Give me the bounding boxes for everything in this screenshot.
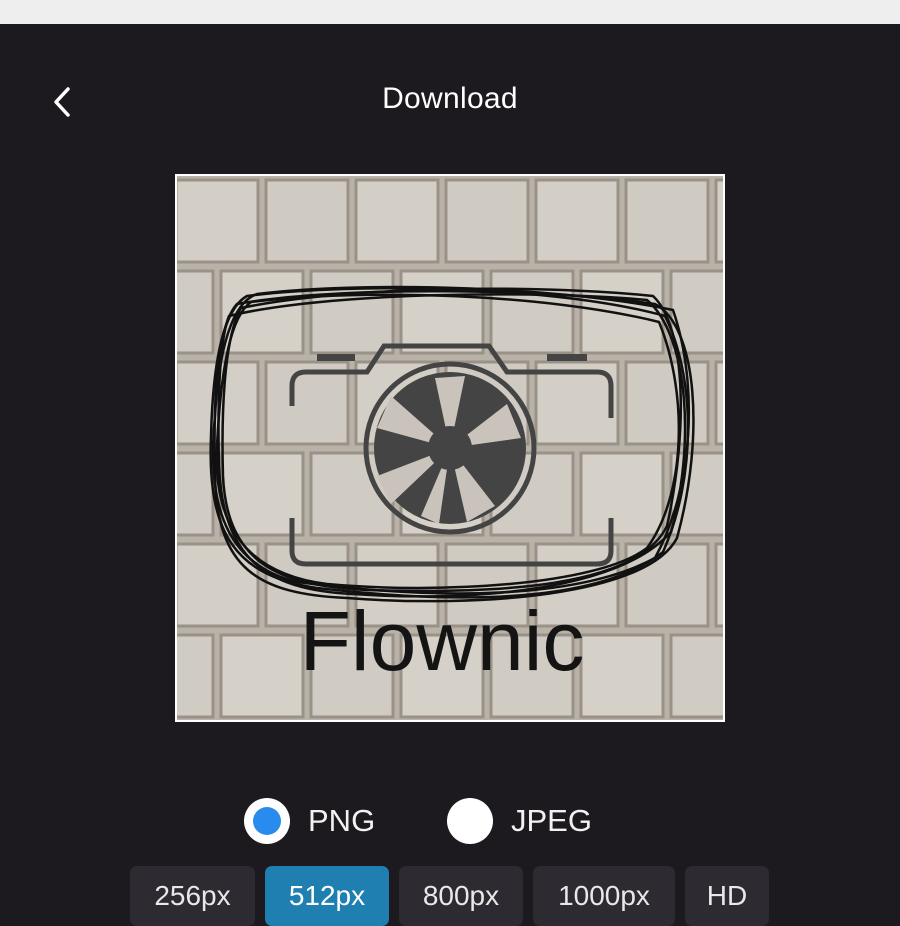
format-option-jpeg[interactable]: JPEG <box>447 798 592 844</box>
header <box>0 24 900 134</box>
radio-selected-dot <box>253 807 281 835</box>
format-option-png[interactable]: PNG <box>244 798 375 844</box>
browser-top-bar <box>0 0 900 24</box>
format-label-jpeg: JPEG <box>511 803 592 838</box>
format-label-png: PNG <box>308 803 376 838</box>
radio-button-png[interactable] <box>244 798 290 844</box>
logo-preview-image: Flownic <box>177 176 723 720</box>
page-title: Download <box>382 82 518 115</box>
size-button-512[interactable]: 512px <box>265 866 389 926</box>
size-button-800[interactable]: 800px <box>399 866 523 926</box>
logo-preview: Flownic <box>175 174 725 722</box>
radio-button-jpeg[interactable] <box>447 798 493 844</box>
format-selector: PNG JPEG <box>0 798 900 846</box>
size-button-1000[interactable]: 1000px <box>533 866 675 926</box>
size-selector: 256px 512px 800px 1000px HD <box>0 866 900 926</box>
size-button-256[interactable]: 256px <box>130 866 255 926</box>
size-button-hd[interactable]: HD <box>685 866 769 926</box>
logo-text: Flownic <box>300 594 585 688</box>
